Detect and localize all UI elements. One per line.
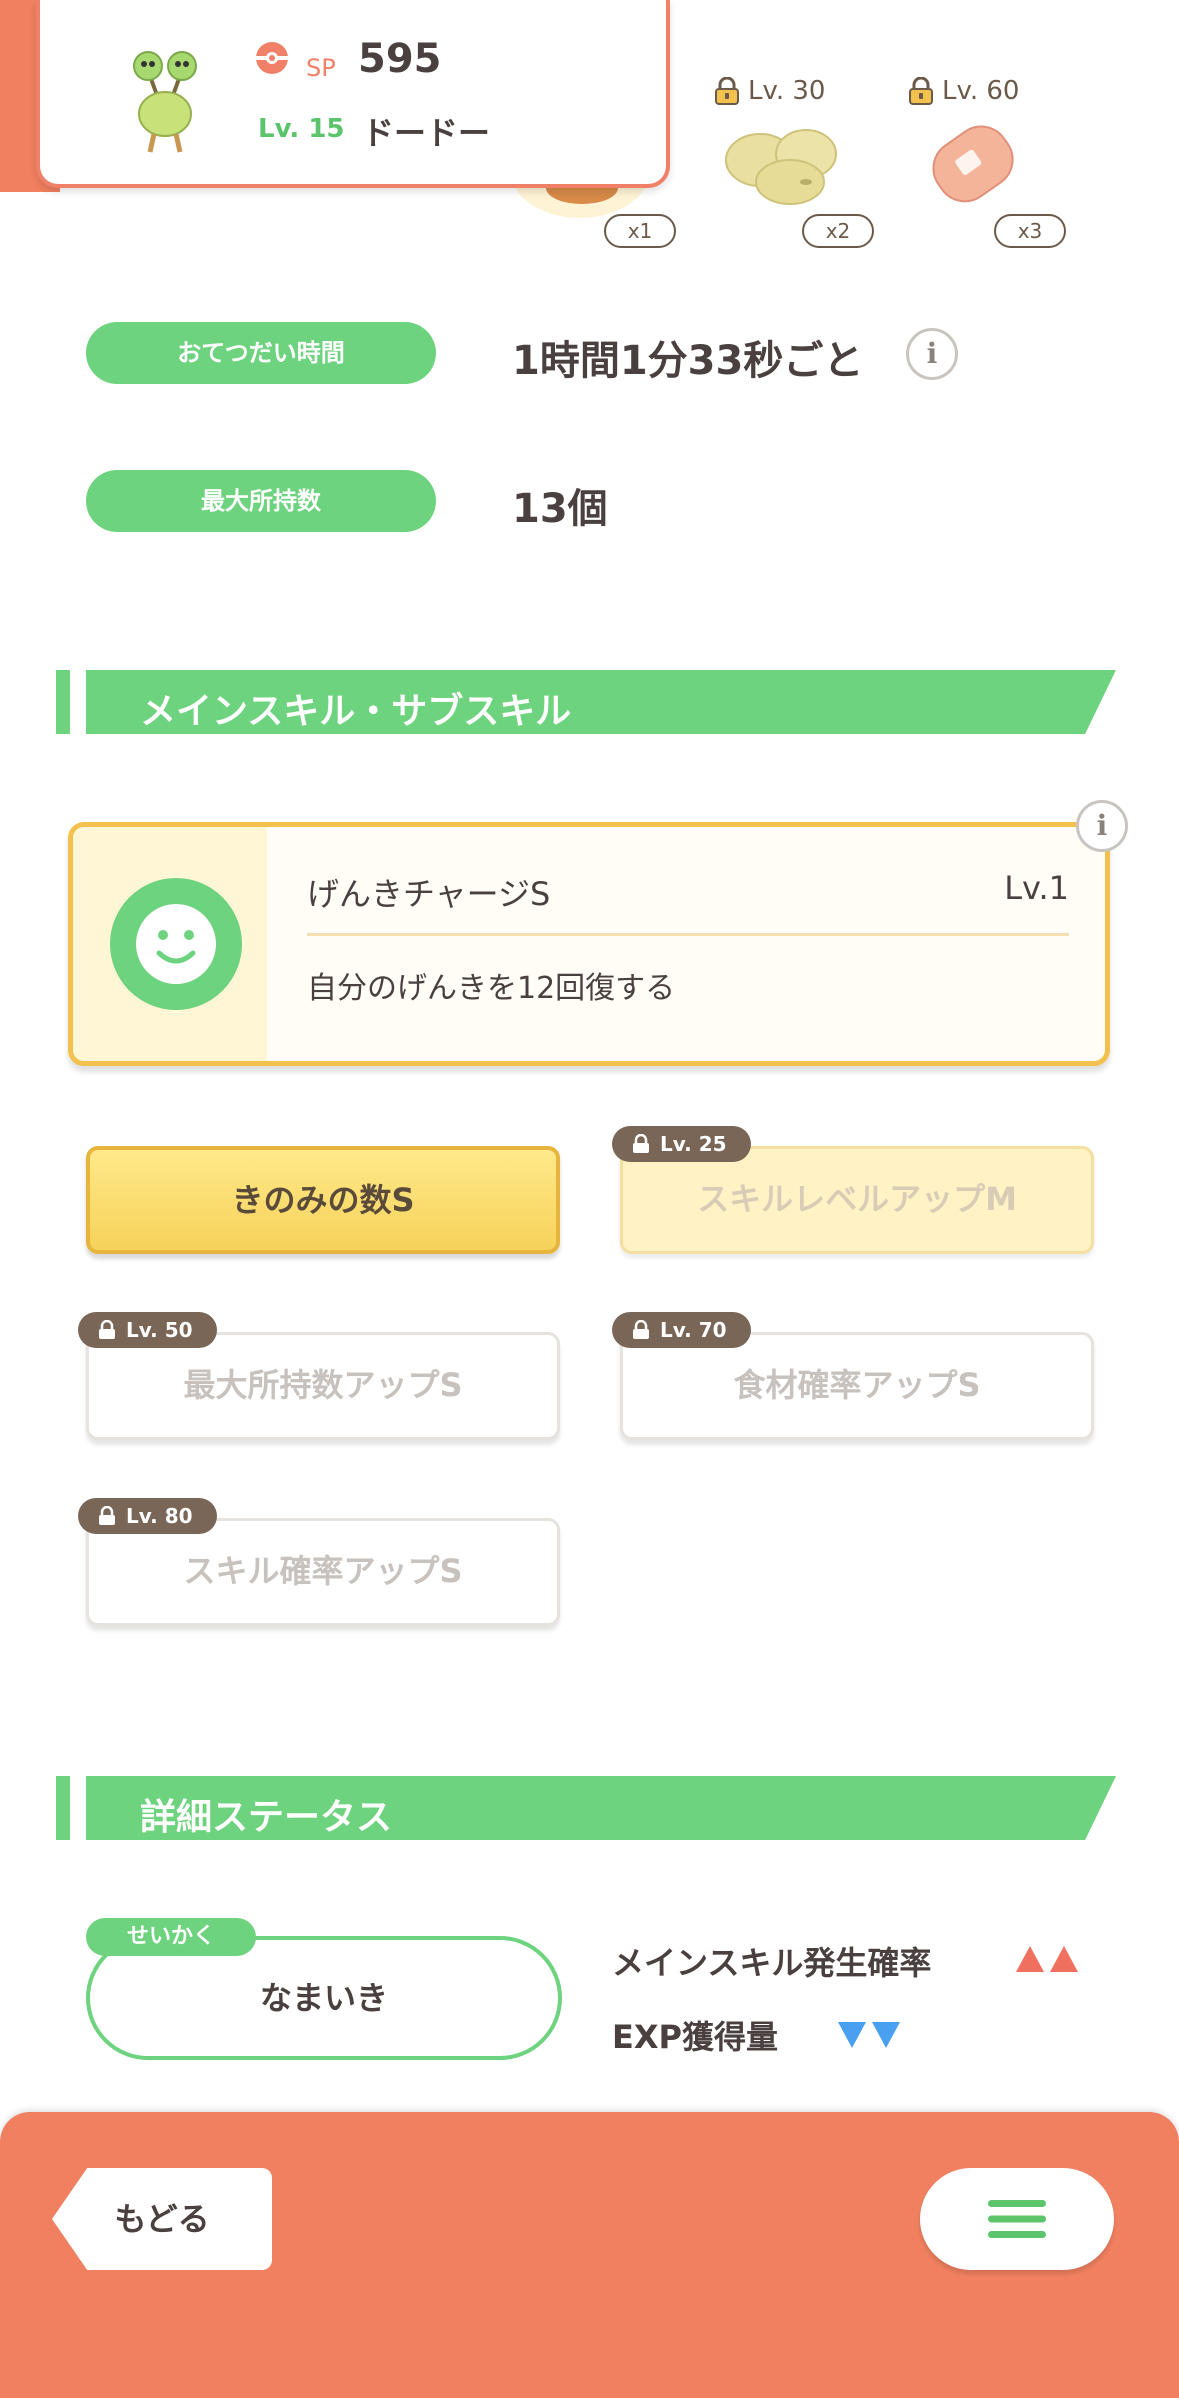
details-section-header: 詳細ステータス [56, 1776, 1116, 1840]
lock-icon [99, 1506, 115, 1525]
sub-skill-3-lock-badge: Lv. 50 [78, 1312, 217, 1348]
lock-level: Lv. 80 [126, 1504, 193, 1528]
sub-skill-2-lock-badge: Lv. 25 [612, 1126, 751, 1162]
ingredient-lock-level: Lv. 30 [748, 76, 826, 106]
nature-effect-up-label: メインスキル発生確率 [612, 1944, 932, 1982]
pokemon-name: ドードー [362, 114, 491, 152]
soybean-icon [725, 129, 837, 205]
sub-skill-5[interactable]: スキル確率アップS [86, 1518, 560, 1626]
main-skill-level: Lv.1 [1004, 869, 1069, 907]
main-skill-name: げんきチャージS [307, 875, 551, 913]
lock-icon [99, 1320, 115, 1339]
lock-icon [715, 77, 739, 105]
ingredient-count: x3 [994, 214, 1066, 248]
back-button[interactable]: もどる [52, 2168, 272, 2270]
lock-level: Lv. 25 [660, 1132, 727, 1156]
pokemon-sprite-icon [133, 51, 197, 153]
main-skill-icon-area [73, 827, 267, 1061]
sausage-icon [932, 125, 1014, 203]
menu-button[interactable] [920, 2168, 1114, 2270]
section-bar [56, 1776, 70, 1840]
sp-label: SP [306, 54, 336, 82]
ingredient-slot-3[interactable]: Lv. 60 x3 [908, 76, 1078, 326]
nature-tag: せいかく [86, 1918, 256, 1956]
main-skill-info-button[interactable]: i [1076, 800, 1128, 852]
double-up-arrow-icon [1016, 1946, 1078, 1972]
pokemon-level: Lv. 15 [258, 114, 345, 144]
help-time-info-button[interactable]: i [906, 328, 958, 380]
section-title: メインスキル・サブスキル [140, 691, 572, 732]
lock-icon [633, 1134, 649, 1153]
lock-level: Lv. 50 [126, 1318, 193, 1342]
sub-skill-5-lock-badge: Lv. 80 [78, 1498, 217, 1534]
max-carry-label: 最大所持数 [86, 470, 436, 532]
hamburger-menu-icon [988, 2200, 1046, 2238]
sub-skill-2[interactable]: スキルレベルアップM [620, 1146, 1094, 1254]
divider [307, 933, 1069, 936]
ingredient-lock: Lv. 30 [714, 76, 825, 106]
section-bar [56, 670, 70, 734]
ingredient-count: x2 [802, 214, 874, 248]
sub-skill-3[interactable]: 最大所持数アップS [86, 1332, 560, 1440]
ingredient-count: x1 [604, 214, 676, 248]
main-skill-card[interactable]: げんきチャージS Lv.1 自分のげんきを12回復する [68, 822, 1110, 1066]
lock-icon [909, 77, 933, 105]
help-time-label: おてつだい時間 [86, 322, 436, 384]
pokeball-icon [256, 42, 288, 74]
smile-face-icon [110, 878, 242, 1010]
ingredient-slot-2[interactable]: Lv. 30 x2 [714, 76, 884, 326]
lock-level: Lv. 70 [660, 1318, 727, 1342]
sub-skill-4[interactable]: 食材確率アップS [620, 1332, 1094, 1440]
sub-skill-4-lock-badge: Lv. 70 [612, 1312, 751, 1348]
pokemon-header-card[interactable]: SP 595 Lv. 15 ドードー [36, 0, 670, 188]
lock-icon [633, 1320, 649, 1339]
ingredient-lock: Lv. 60 [908, 76, 1019, 106]
skills-section-header: メインスキル・サブスキル [56, 670, 1116, 734]
sp-value: 595 [358, 36, 442, 82]
sub-skill-1[interactable]: きのみの数S [86, 1146, 560, 1254]
section-title: 詳細ステータス [140, 1797, 393, 1838]
help-time-value: 1時間1分33秒ごと [512, 338, 864, 384]
main-skill-description: 自分のげんきを12回復する [307, 971, 676, 1006]
max-carry-value: 13個 [512, 486, 608, 532]
ingredient-lock-level: Lv. 60 [942, 76, 1020, 106]
double-down-arrow-icon [838, 2022, 900, 2048]
nature-effect-down-label: EXP獲得量 [612, 2018, 778, 2056]
